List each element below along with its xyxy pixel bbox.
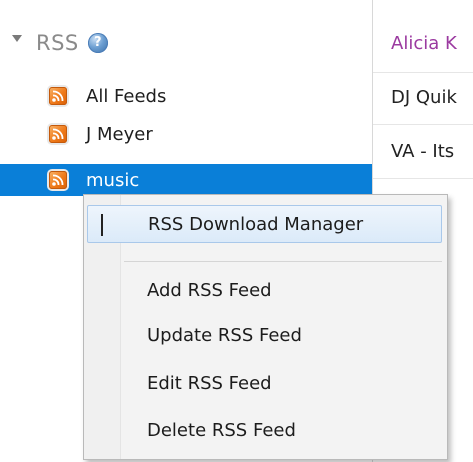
help-icon[interactable]: ? (87, 33, 108, 53)
feed-label: music (86, 169, 140, 191)
rss-section-header[interactable]: RSS ? (12, 28, 108, 58)
row-divider (373, 178, 473, 179)
row-divider (373, 124, 473, 125)
feed-label: All Feeds (86, 85, 167, 107)
menu-item-edit-rss-feed[interactable]: Edit RSS Feed (87, 364, 442, 402)
track-row[interactable]: Alicia K (391, 22, 473, 64)
rss-feed-icon (49, 87, 67, 105)
menu-item-label: Delete RSS Feed (147, 419, 296, 441)
row-divider (373, 72, 473, 73)
context-menu: RSS Download Manager Add RSS Feed Update… (83, 194, 448, 460)
menu-item-label: Add RSS Feed (147, 279, 272, 301)
feed-item-all-feeds[interactable]: All Feeds (0, 80, 372, 112)
feed-item-j-meyer[interactable]: J Meyer (0, 118, 372, 150)
menu-separator (124, 261, 442, 262)
feed-item-music[interactable]: music (0, 164, 372, 196)
track-row[interactable]: DJ Quik (391, 76, 473, 118)
rss-feed-icon (49, 125, 67, 143)
menu-item-label: Update RSS Feed (147, 324, 302, 346)
rss-feed-icon (49, 171, 67, 189)
menu-item-delete-rss-feed[interactable]: Delete RSS Feed (87, 411, 442, 449)
menu-item-label: RSS Download Manager (148, 213, 364, 235)
text-cursor-icon (101, 214, 103, 236)
track-row[interactable]: VA - Its (391, 130, 473, 172)
collapse-triangle-icon[interactable] (12, 34, 22, 42)
menu-item-rss-download-manager[interactable]: RSS Download Manager (87, 205, 442, 243)
feed-label: J Meyer (86, 123, 153, 145)
menu-item-label: Edit RSS Feed (147, 372, 272, 394)
menu-item-update-rss-feed[interactable]: Update RSS Feed (87, 316, 442, 354)
rss-section-title: RSS (36, 31, 79, 55)
menu-item-add-rss-feed[interactable]: Add RSS Feed (87, 271, 442, 309)
